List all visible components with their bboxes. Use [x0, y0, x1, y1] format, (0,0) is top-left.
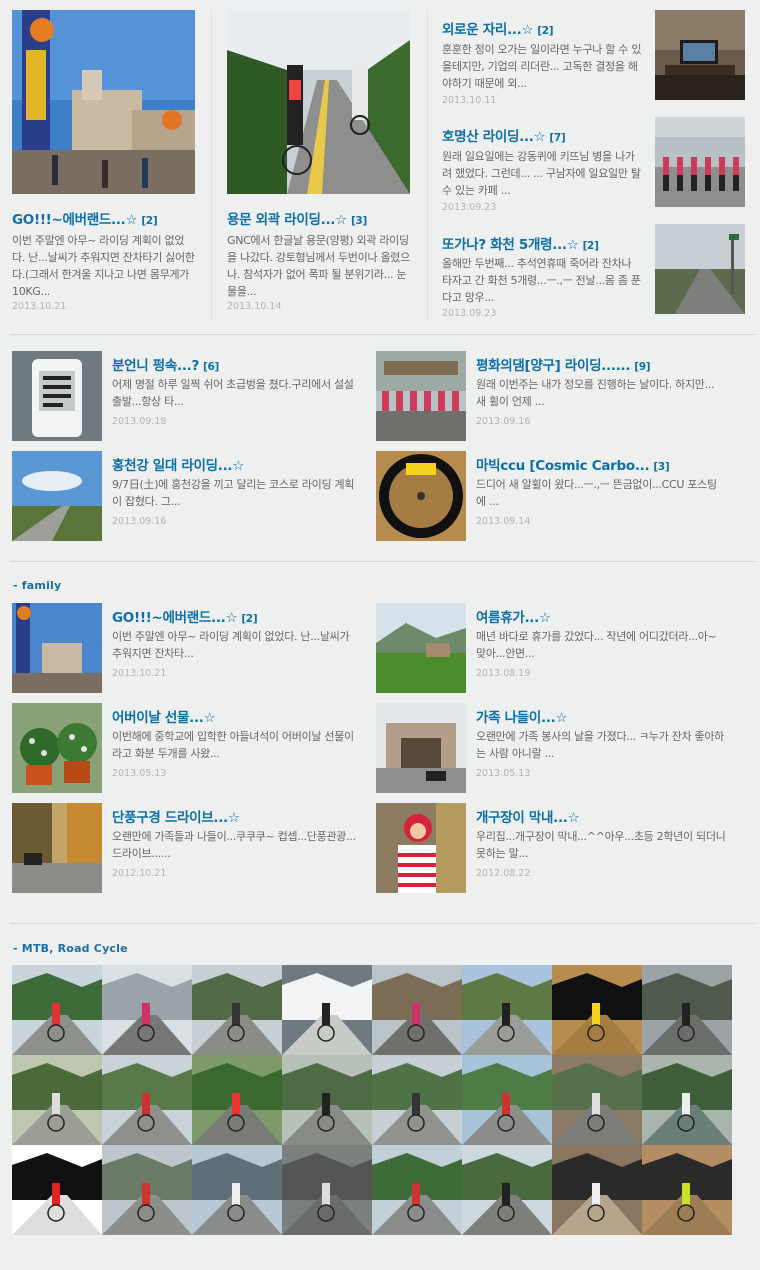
post-date: 2013.05.13	[476, 768, 531, 779]
post-thumb-outing[interactable]	[376, 703, 466, 793]
gallery-photo-group-riders[interactable]	[372, 965, 462, 1055]
post-thumb-autumn-drive[interactable]	[12, 803, 102, 893]
post-title[interactable]: 외로운 자리...☆ [2]	[442, 18, 554, 38]
post-thumb-peace-dam[interactable]	[376, 351, 466, 441]
comment-count[interactable]: [7]	[549, 132, 565, 144]
gallery-photo-mavic-wheel[interactable]	[552, 965, 642, 1055]
post-date: 2013.09.18	[112, 416, 167, 427]
gallery-photo-rider-forest[interactable]	[192, 1055, 282, 1145]
post-title[interactable]: 홍천강 일대 라이딩...☆	[112, 454, 248, 474]
gallery-photo-rider-highway[interactable]	[102, 1055, 192, 1145]
post-excerpt: 이번해에 중학교에 입학한 아들녀석이 어버이날 선물이라고 화분 두개를 사왔…	[112, 730, 354, 760]
post-excerpt: 원래 일요일에는 강동퀴에 키뜨님 병을 나가려 했었다. 그런데... ...…	[442, 150, 641, 197]
gallery-photo-tunnel-rider[interactable]	[282, 1145, 372, 1235]
post-date: 2013.09.23	[442, 202, 497, 213]
gallery-photo-group-photo[interactable]	[102, 965, 192, 1055]
gallery-photo-road-cloudy[interactable]	[192, 965, 282, 1055]
gallery-photo-road-dark[interactable]	[642, 965, 732, 1055]
post-title[interactable]: 분언니 펑속...? [6]	[112, 354, 219, 374]
post-thumb-summer[interactable]	[376, 603, 466, 693]
post-excerpt: 이번 주말엔 아무~ 라이딩 계획이 없었다. 난...날씨가 추워지면 잔차타…	[112, 630, 350, 660]
post-title[interactable]: GO!!!~에버랜드...☆ [2]	[12, 208, 158, 228]
post-thumb-family-everland[interactable]	[12, 603, 102, 693]
post-thumb-bike-computer[interactable]	[12, 351, 102, 441]
gallery-photo-road-tunnel[interactable]	[12, 1055, 102, 1145]
post-excerpt: 올해만 두번째... 추석연휴때 죽어라 잔차나 타자고 간 화천 5개령...…	[442, 257, 641, 304]
post-title[interactable]: 마빅ccu [Cosmic Carbo... [3]	[476, 454, 670, 474]
gallery-photo-road-valley[interactable]	[462, 965, 552, 1055]
gallery-photo-rider-hill[interactable]	[462, 1055, 552, 1145]
post-title[interactable]: 가족 나들이...☆	[476, 706, 571, 726]
gallery-photo-rider-bridge[interactable]	[642, 1055, 732, 1145]
post-excerpt: 원래 이번주는 내가 정모를 진행하는 날이다. 하지만... 새 휠이 언제 …	[476, 378, 715, 408]
post-date: 2013.05.13	[112, 768, 167, 779]
post-date: 2012.08.22	[476, 868, 531, 879]
gallery-photo-station-bikes[interactable]	[192, 1145, 282, 1235]
gallery-photo-bike-indoor[interactable]	[552, 1145, 642, 1235]
post-excerpt: 이번 주말엔 아무~ 라이딩 계획이 없었다. 난...날씨가 추워지면 잔차타…	[12, 234, 195, 298]
gallery-photo-rider-mountain[interactable]	[372, 1145, 462, 1235]
mtb-heading[interactable]: - MTB, Road Cycle	[13, 942, 128, 955]
post-date: 2012.10.21	[112, 868, 167, 879]
post-date: 2013.09.16	[112, 516, 167, 527]
comment-count[interactable]: [2]	[141, 215, 157, 227]
gallery-photo-rider-guardrail[interactable]	[102, 1145, 192, 1235]
post-excerpt: 어제 명절 하루 일찍 쉬어 초급벙을 쳤다.구리에서 설설 출발...항상 타…	[112, 378, 354, 408]
post-thumb-everland[interactable]	[12, 10, 195, 194]
gallery-photo-rider-road[interactable]	[372, 1055, 462, 1145]
comment-count[interactable]: [6]	[203, 361, 219, 373]
comment-count[interactable]: [2]	[583, 240, 599, 252]
gallery-photo-group-seated[interactable]	[462, 1145, 552, 1235]
comment-count[interactable]: [9]	[634, 361, 650, 373]
family-heading[interactable]: - family	[13, 579, 61, 592]
post-thumb-kid[interactable]	[376, 803, 466, 893]
gallery-photo-cycling-jersey[interactable]	[12, 1145, 102, 1235]
post-date: 2013.10.21	[112, 668, 167, 679]
comment-count[interactable]: [3]	[653, 461, 669, 473]
post-title[interactable]: 또가나? 화천 5개령...☆ [2]	[442, 233, 599, 253]
comment-count[interactable]: [2]	[537, 25, 553, 37]
post-thumb-flowers[interactable]	[12, 703, 102, 793]
comment-count[interactable]: [3]	[351, 215, 367, 227]
post-excerpt: 오랜만에 가족 봉사의 날을 가졌다... ㅋ누가 잔차 좋아하는 사람 아니랄…	[476, 730, 725, 760]
post-excerpt: 오랜만에 가족들과 나들이...쿠쿠쿠~ 컵셉...단풍관광...드라이브...…	[112, 830, 356, 860]
post-title[interactable]: 단풍구경 드라이브...☆	[112, 806, 244, 826]
post-thumb-hoMyeongsan[interactable]	[655, 117, 745, 207]
post-title[interactable]: 평화의댐[양구] 라이딩...... [9]	[476, 354, 651, 374]
post-title[interactable]: 여름휴가...☆	[476, 606, 555, 626]
post-excerpt: 9/7日(土)에 홍천강을 끼고 달리는 코스로 라이딩 계획이 잡혔다. 그.…	[112, 478, 355, 508]
post-thumb-office[interactable]	[655, 10, 745, 100]
post-thumb-yongmun[interactable]	[227, 10, 410, 194]
gallery-photo-bike-yellow[interactable]	[642, 1145, 732, 1235]
post-excerpt: 훈훈한 정이 오가는 일이라면 누구나 할 수 있을테지만, 기업의 리더란..…	[442, 43, 642, 89]
post-excerpt: 드디어 새 알휠이 왔다...ㅡ.,ㅡ 뜬금없이...CCU 포스팅에 ...	[476, 478, 717, 508]
post-date: 2013.09.14	[476, 516, 531, 527]
post-thumb-hwacheon[interactable]	[655, 224, 745, 314]
post-thumb-hongcheon[interactable]	[12, 451, 102, 541]
post-date: 2013.10.21	[12, 301, 67, 312]
post-excerpt: GNC에서 한글날 용문(양평) 외곽 라이딩을 나갔다. 강토형님께서 두번이…	[227, 234, 410, 298]
post-date: 2013.08.19	[476, 668, 531, 679]
gallery-photo-rider-close[interactable]	[282, 1055, 372, 1145]
post-excerpt: 매년 바다로 휴가를 갔었다... 작년에 어디갔더라...아~ 맞아...안면…	[476, 630, 717, 660]
post-thumb-mavic-wheel[interactable]	[376, 451, 466, 541]
post-title[interactable]: 개구장이 막내...☆	[476, 806, 583, 826]
gallery-photo-bike-computer[interactable]	[282, 965, 372, 1055]
post-title[interactable]: 어버이날 선물...☆	[112, 706, 219, 726]
post-title[interactable]: 호명산 라이딩...☆ [7]	[442, 125, 566, 145]
gallery-photo-building-garden[interactable]	[552, 1055, 642, 1145]
post-title[interactable]: 용문 외곽 라이딩...☆ [3]	[227, 208, 367, 228]
post-title[interactable]: GO!!!~에버랜드...☆ [2]	[112, 606, 258, 626]
post-excerpt: 우리집...개구장이 막내...^^아우...초등 2학년이 되더니 못하는 말…	[476, 830, 726, 860]
post-date: 2013.10.11	[442, 95, 497, 106]
post-date: 2013.09.16	[476, 416, 531, 427]
post-date: 2013.09.23	[442, 308, 497, 319]
comment-count[interactable]: [2]	[241, 613, 257, 625]
post-date: 2013.10.14	[227, 301, 282, 312]
gallery-photo-riders-road[interactable]	[12, 965, 102, 1055]
